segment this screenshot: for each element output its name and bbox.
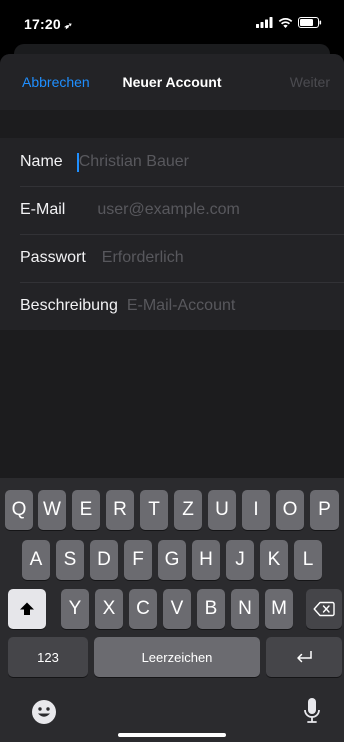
next-button[interactable]: Weiter xyxy=(290,74,330,90)
emoji-icon xyxy=(32,700,56,724)
key-s[interactable]: S xyxy=(56,540,84,580)
key-m[interactable]: M xyxy=(265,589,293,629)
key-d[interactable]: D xyxy=(90,540,118,580)
key-t[interactable]: T xyxy=(140,490,168,530)
key-v[interactable]: V xyxy=(163,589,191,629)
key-f[interactable]: F xyxy=(124,540,152,580)
key-o[interactable]: O xyxy=(276,490,304,530)
email-label: E-Mail xyxy=(20,201,66,218)
numbers-key[interactable]: 123 xyxy=(8,637,88,677)
signal-icon xyxy=(256,17,273,28)
key-w[interactable]: W xyxy=(38,490,66,530)
key-y[interactable]: Y xyxy=(61,589,89,629)
key-z[interactable]: Z xyxy=(174,490,202,530)
key-e[interactable]: E xyxy=(72,490,100,530)
return-icon xyxy=(297,651,312,663)
navigation-bar: Abbrechen Neuer Account Weiter xyxy=(0,54,344,110)
key-q[interactable]: Q xyxy=(5,490,33,530)
delete-key[interactable] xyxy=(306,589,342,629)
password-field[interactable] xyxy=(101,249,344,267)
email-field[interactable] xyxy=(97,201,344,219)
delete-icon xyxy=(313,601,335,617)
description-field[interactable] xyxy=(126,297,344,315)
status-time-text: 17:20 xyxy=(24,16,61,32)
account-form: Name E-Mail Passwort Beschreibung xyxy=(0,138,344,330)
return-key[interactable] xyxy=(266,637,342,677)
key-j[interactable]: J xyxy=(226,540,254,580)
key-x[interactable]: X xyxy=(95,589,123,629)
shift-icon xyxy=(20,602,34,615)
key-i[interactable]: I xyxy=(242,490,270,530)
password-row[interactable]: Passwort xyxy=(0,234,344,282)
wifi-icon xyxy=(278,18,293,28)
description-label: Beschreibung xyxy=(20,297,118,314)
location-arrow-icon: ➶ xyxy=(62,20,74,33)
space-key[interactable]: Leerzeichen xyxy=(94,637,260,677)
email-row[interactable]: E-Mail xyxy=(0,186,344,234)
status-time: 17:20 ➶ xyxy=(24,16,74,33)
key-r[interactable]: R xyxy=(106,490,134,530)
battery-icon xyxy=(298,17,322,28)
home-indicator[interactable] xyxy=(118,733,226,737)
key-h[interactable]: H xyxy=(192,540,220,580)
key-c[interactable]: C xyxy=(129,589,157,629)
key-b[interactable]: B xyxy=(197,589,225,629)
password-label: Passwort xyxy=(20,249,86,266)
microphone-icon xyxy=(304,698,320,723)
status-bar: 17:20 ➶ xyxy=(0,0,344,44)
key-g[interactable]: G xyxy=(158,540,186,580)
dictation-button[interactable] xyxy=(300,696,324,726)
name-field[interactable] xyxy=(78,153,344,171)
key-k[interactable]: K xyxy=(260,540,288,580)
name-row[interactable]: Name xyxy=(0,138,344,186)
emoji-button[interactable] xyxy=(30,698,58,726)
key-p[interactable]: P xyxy=(310,490,339,530)
name-label: Name xyxy=(20,153,63,170)
key-l[interactable]: L xyxy=(294,540,322,580)
key-n[interactable]: N xyxy=(231,589,259,629)
shift-key[interactable] xyxy=(8,589,46,629)
key-a[interactable]: A xyxy=(22,540,50,580)
status-indicators xyxy=(256,17,322,28)
keyboard: Q W E R T Z U I O P A S D F G H J K L Y … xyxy=(0,478,344,742)
key-u[interactable]: U xyxy=(208,490,236,530)
description-row[interactable]: Beschreibung xyxy=(0,282,344,330)
